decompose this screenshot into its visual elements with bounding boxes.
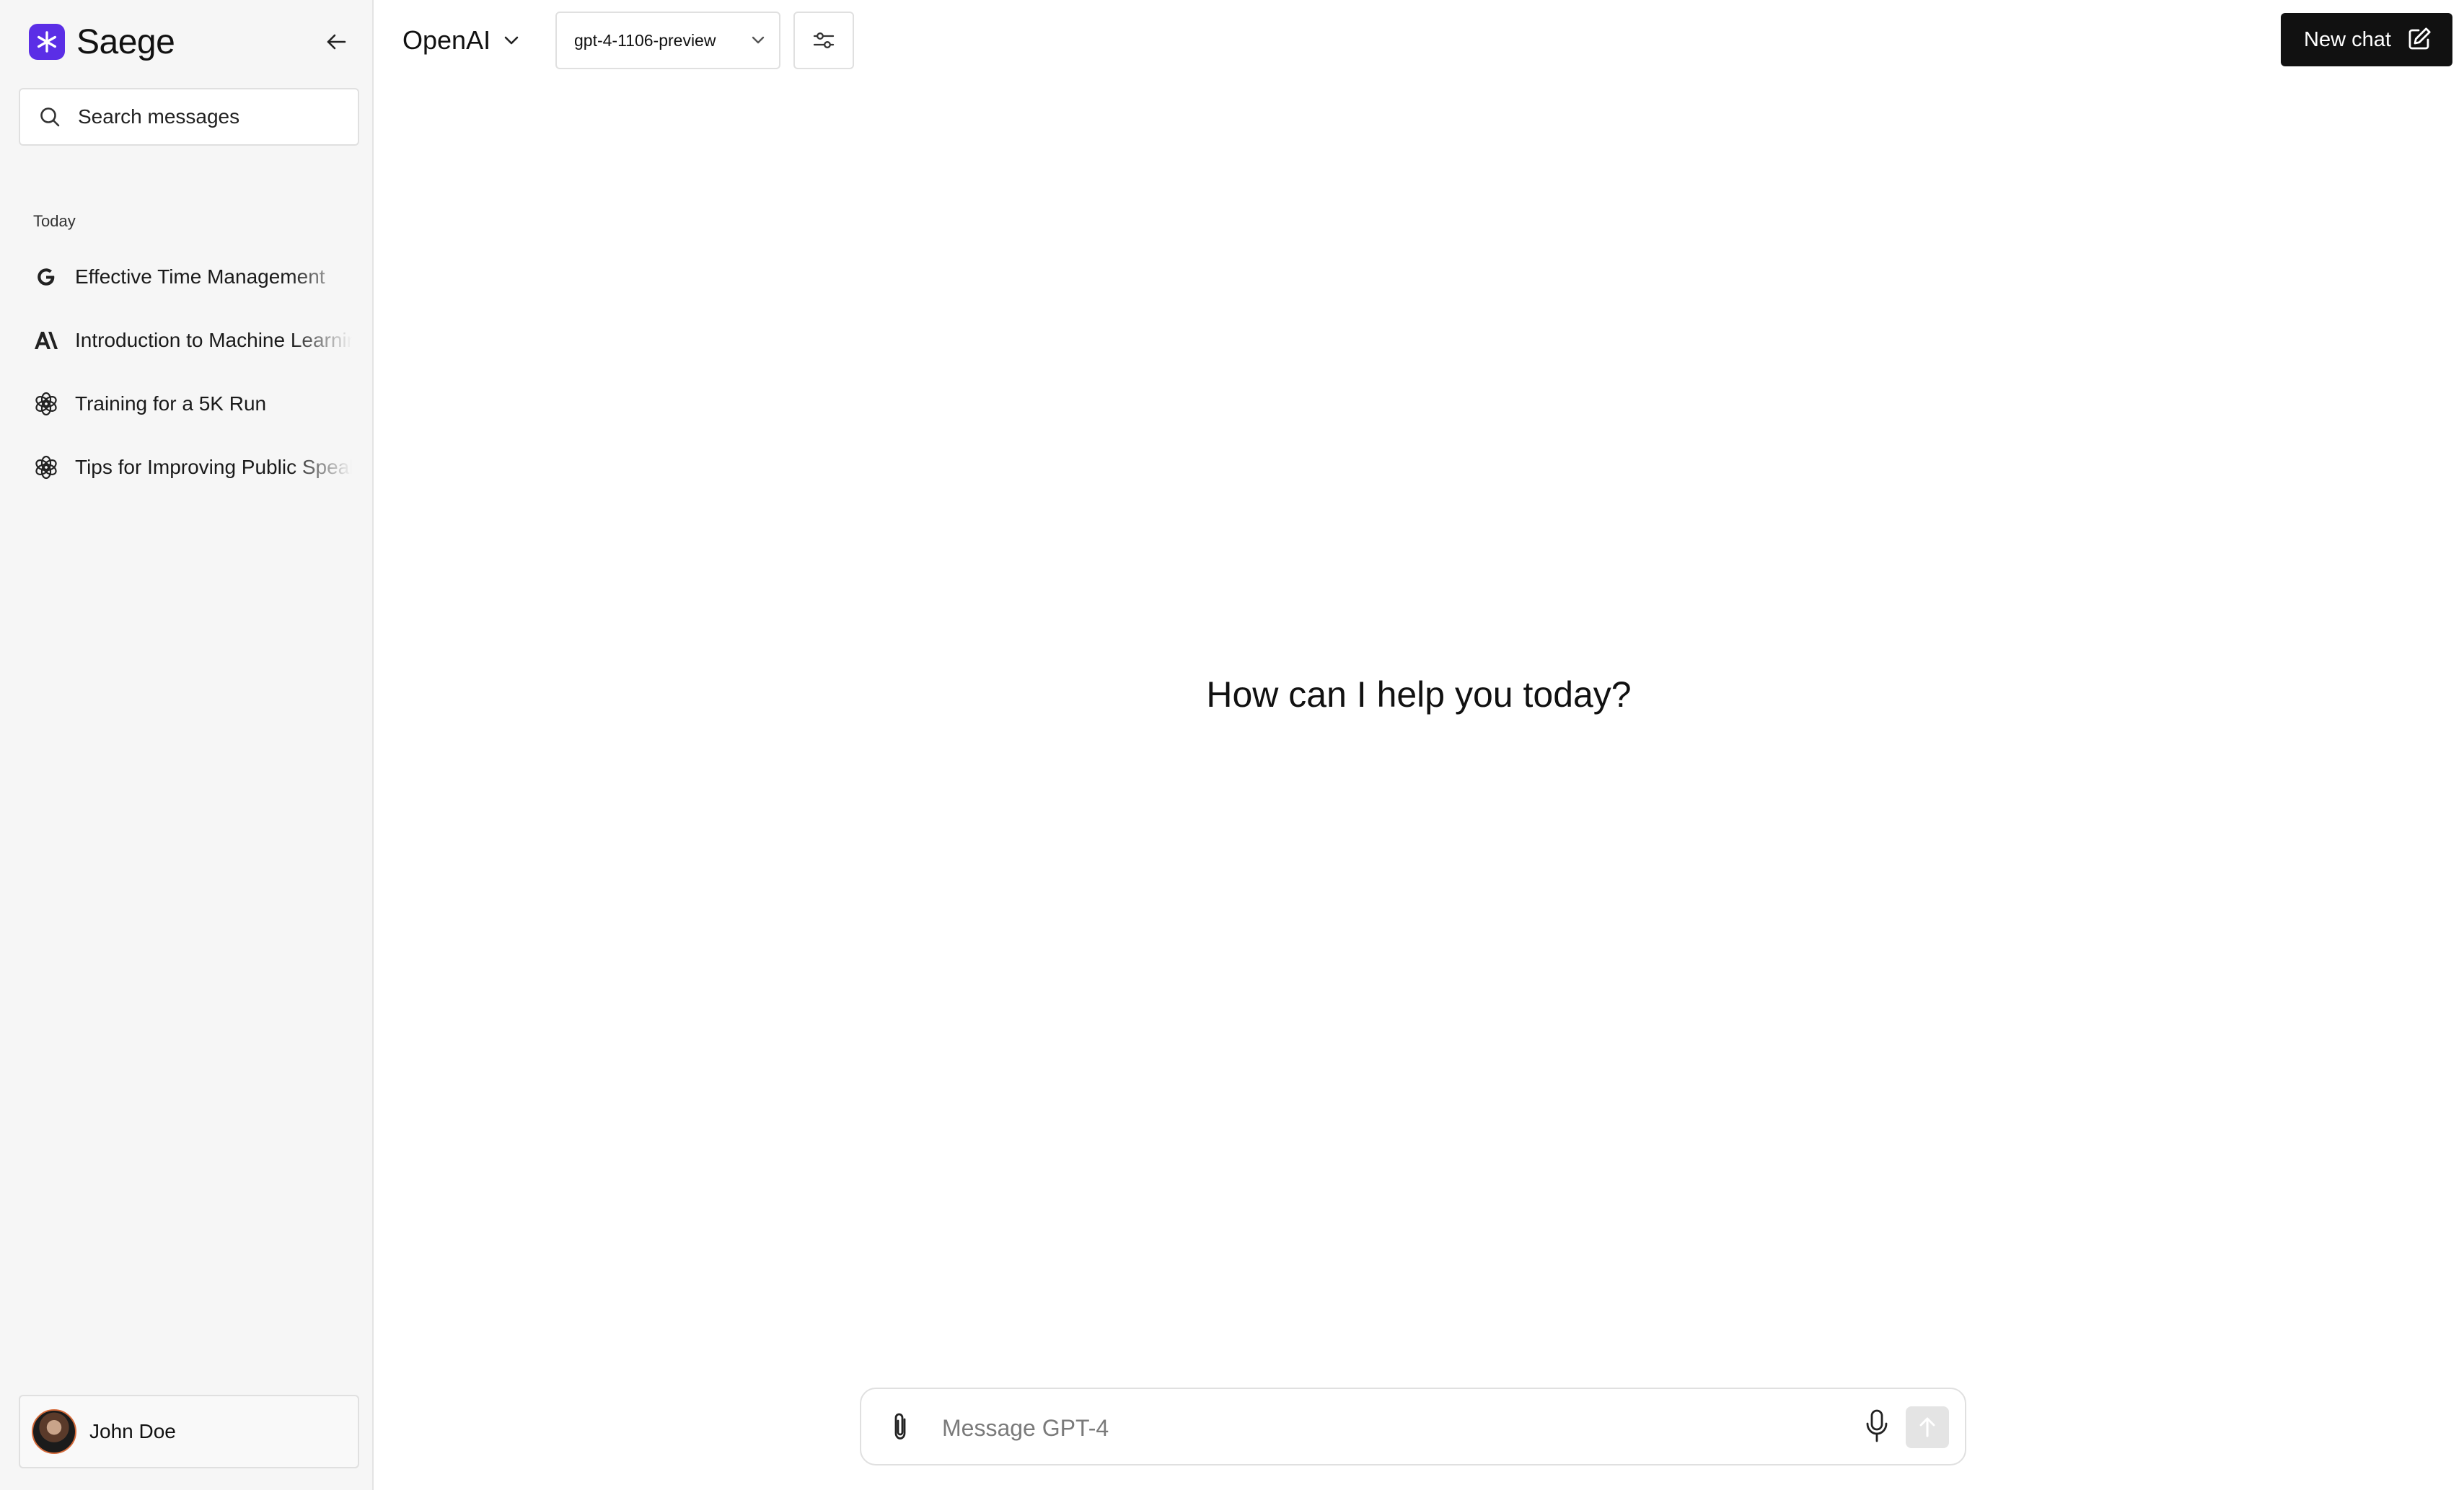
openai-icon bbox=[32, 453, 61, 482]
google-icon bbox=[32, 263, 61, 291]
chat-list: Effective Time Management Introduction t… bbox=[19, 245, 359, 499]
chat-item-title: Effective Time Management bbox=[75, 265, 325, 288]
settings-sliders-button[interactable] bbox=[793, 12, 854, 69]
app-window: Saege Today bbox=[0, 0, 2464, 1490]
user-name: John Doe bbox=[89, 1420, 176, 1442]
chat-item[interactable]: Tips for Improving Public Speaking bbox=[19, 436, 359, 499]
message-composer bbox=[860, 1388, 1966, 1465]
new-chat-label: New chat bbox=[2304, 27, 2391, 51]
section-label-today: Today bbox=[33, 212, 76, 230]
greeting-text: How can I help you today? bbox=[1206, 674, 1632, 715]
chevron-down-icon bbox=[750, 32, 766, 53]
user-profile-button[interactable]: John Doe bbox=[19, 1395, 359, 1468]
chat-item[interactable]: Introduction to Machine Learning bbox=[19, 309, 359, 372]
edit-icon bbox=[2406, 26, 2432, 58]
brand[interactable]: Saege bbox=[29, 22, 175, 62]
search-icon bbox=[38, 105, 62, 129]
microphone-icon[interactable] bbox=[1862, 1408, 1891, 1449]
model-label: gpt-4-1106-preview bbox=[574, 30, 716, 50]
openai-icon bbox=[32, 389, 61, 418]
avatar bbox=[32, 1409, 76, 1454]
brand-name: Saege bbox=[76, 22, 175, 61]
chat-item[interactable]: Effective Time Management bbox=[19, 245, 359, 309]
asterisk-logo-icon bbox=[29, 24, 65, 60]
collapse-sidebar-button[interactable] bbox=[317, 26, 355, 58]
provider-select[interactable]: OpenAI bbox=[402, 20, 519, 61]
search-box[interactable] bbox=[19, 88, 359, 146]
chat-item-title: Training for a 5K Run bbox=[75, 392, 267, 415]
arrow-left-icon bbox=[327, 34, 346, 50]
chat-item[interactable]: Training for a 5K Run bbox=[19, 372, 359, 436]
search-input[interactable] bbox=[76, 105, 353, 129]
arrow-up-icon bbox=[1919, 1417, 1935, 1437]
anthropic-icon bbox=[32, 326, 61, 355]
provider-label: OpenAI bbox=[402, 25, 491, 55]
model-select[interactable]: gpt-4-1106-preview bbox=[555, 12, 780, 69]
paperclip-icon[interactable] bbox=[890, 1411, 910, 1447]
message-input[interactable] bbox=[941, 1411, 1809, 1445]
sidebar: Saege Today bbox=[0, 0, 374, 1490]
sliders-icon bbox=[813, 32, 835, 48]
new-chat-button[interactable]: New chat bbox=[2281, 13, 2452, 66]
chat-item-title: Tips for Improving Public Speaking bbox=[75, 456, 352, 478]
send-button[interactable] bbox=[1906, 1406, 1949, 1448]
chevron-down-icon bbox=[503, 35, 519, 45]
chat-item-title: Introduction to Machine Learning bbox=[75, 329, 352, 351]
